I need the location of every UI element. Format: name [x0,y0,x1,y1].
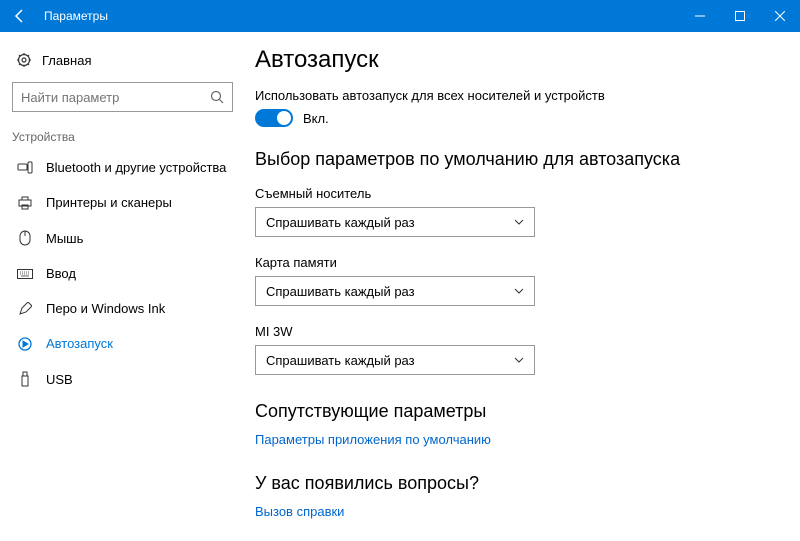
sidebar-home[interactable]: Главная [8,44,237,76]
select-value: Спрашивать каждый раз [266,353,415,368]
close-icon [775,11,785,21]
defaults-heading: Выбор параметров по умолчанию для автоза… [255,149,770,170]
maximize-button[interactable] [720,0,760,32]
sidebar-item-label: Мышь [46,231,83,246]
sidebar: Главная Устройства Bluetooth и другие ус… [0,32,245,541]
back-button[interactable] [0,0,40,32]
titlebar: Параметры [0,0,800,32]
select-removable[interactable]: Спрашивать каждый раз [255,207,535,237]
sidebar-category: Устройства [8,126,237,150]
printer-icon [16,196,34,210]
search-input[interactable] [21,90,210,105]
select-memorycard[interactable]: Спрашивать каждый раз [255,276,535,306]
sidebar-item-label: USB [46,372,73,387]
select-mi3w[interactable]: Спрашивать каждый раз [255,345,535,375]
close-button[interactable] [760,0,800,32]
help-heading: У вас появились вопросы? [255,473,770,494]
select-value: Спрашивать каждый раз [266,284,415,299]
sidebar-home-label: Главная [42,53,91,68]
related-link[interactable]: Параметры приложения по умолчанию [255,432,770,447]
field-label-memorycard: Карта памяти [255,255,770,270]
field-label-mi3w: MI 3W [255,324,770,339]
search-box[interactable] [12,82,233,112]
sidebar-item-usb[interactable]: USB [8,361,237,397]
sidebar-item-typing[interactable]: Ввод [8,256,237,291]
related-heading: Сопутствующие параметры [255,401,770,422]
main-content: Автозапуск Использовать автозапуск для в… [245,32,800,541]
minimize-button[interactable] [680,0,720,32]
sidebar-item-label: Автозапуск [46,336,113,351]
field-label-removable: Съемный носитель [255,186,770,201]
sidebar-item-mouse[interactable]: Мышь [8,220,237,256]
devices-icon [16,161,34,175]
sidebar-item-pen[interactable]: Перо и Windows Ink [8,291,237,326]
toggle-state-label: Вкл. [303,111,329,126]
select-value: Спрашивать каждый раз [266,215,415,230]
chevron-down-icon [514,288,524,294]
autoplay-icon [16,337,34,351]
pen-icon [16,302,34,316]
sidebar-item-label: Ввод [46,266,76,281]
chevron-down-icon [514,357,524,363]
gear-icon [16,52,32,68]
usb-icon [16,371,34,387]
keyboard-icon [16,269,34,279]
back-icon [12,8,28,24]
page-title: Автозапуск [255,46,770,74]
sidebar-item-label: Принтеры и сканеры [46,195,172,210]
chevron-down-icon [514,219,524,225]
window-title: Параметры [40,9,108,23]
sidebar-item-autoplay[interactable]: Автозапуск [8,326,237,361]
help-link[interactable]: Вызов справки [255,504,770,519]
sidebar-item-bluetooth[interactable]: Bluetooth и другие устройства [8,150,237,185]
minimize-icon [695,11,705,21]
mouse-icon [16,230,34,246]
search-icon [210,90,224,104]
toggle-description: Использовать автозапуск для всех носител… [255,88,770,103]
autoplay-toggle[interactable] [255,109,293,127]
sidebar-item-printers[interactable]: Принтеры и сканеры [8,185,237,220]
sidebar-item-label: Bluetooth и другие устройства [46,160,226,175]
sidebar-item-label: Перо и Windows Ink [46,301,165,316]
maximize-icon [735,11,745,21]
